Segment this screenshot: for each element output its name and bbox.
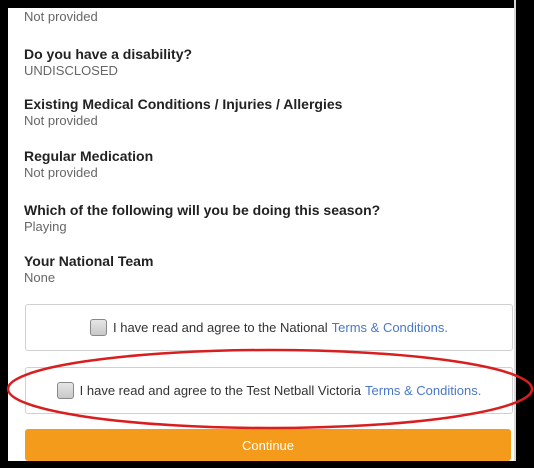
state-terms-link[interactable]: Terms & Conditions. xyxy=(365,383,481,398)
national-terms-link[interactable]: Terms & Conditions. xyxy=(332,320,448,335)
field-question: Which of the following will you be doing… xyxy=(24,202,381,218)
field-question: Your National Team xyxy=(24,253,154,269)
screenshot-border-right xyxy=(516,0,534,468)
field-question: Existing Medical Conditions / Injuries /… xyxy=(24,96,343,112)
field-national-team: Your National Team None xyxy=(24,253,153,286)
registration-summary: Not provided Do you have a disability? U… xyxy=(8,8,514,461)
state-terms-text: I have read and agree to the Test Netbal… xyxy=(79,383,362,398)
screenshot-border-left xyxy=(0,0,8,468)
screenshot-border-top xyxy=(0,0,534,8)
field-answer: None xyxy=(24,270,56,285)
field-answer: Not provided xyxy=(24,113,98,128)
screenshot-frame: Not provided Do you have a disability? U… xyxy=(0,0,534,468)
previous-answer: Not provided xyxy=(24,9,98,24)
screenshot-border-bottom xyxy=(0,461,534,468)
field-season-role: Which of the following will you be doing… xyxy=(24,202,380,235)
national-terms-text: I have read and agree to the National xyxy=(113,320,328,335)
field-answer: Playing xyxy=(24,219,67,234)
field-answer: UNDISCLOSED xyxy=(24,63,118,78)
field-question: Do you have a disability? xyxy=(24,46,193,62)
national-terms-checkbox[interactable] xyxy=(90,319,107,336)
field-regular-medication: Regular Medication Not provided xyxy=(24,148,153,181)
field-answer: Not provided xyxy=(24,165,98,180)
national-terms-row[interactable]: I have read and agree to the National Te… xyxy=(25,304,513,351)
field-question: Regular Medication xyxy=(24,148,154,164)
field-medical-conditions: Existing Medical Conditions / Injuries /… xyxy=(24,96,342,129)
state-terms-row[interactable]: I have read and agree to the Test Netbal… xyxy=(25,367,513,414)
state-terms-checkbox[interactable] xyxy=(56,382,74,399)
continue-button[interactable]: Continue xyxy=(25,429,511,461)
field-disability: Do you have a disability? UNDISCLOSED xyxy=(24,46,192,79)
